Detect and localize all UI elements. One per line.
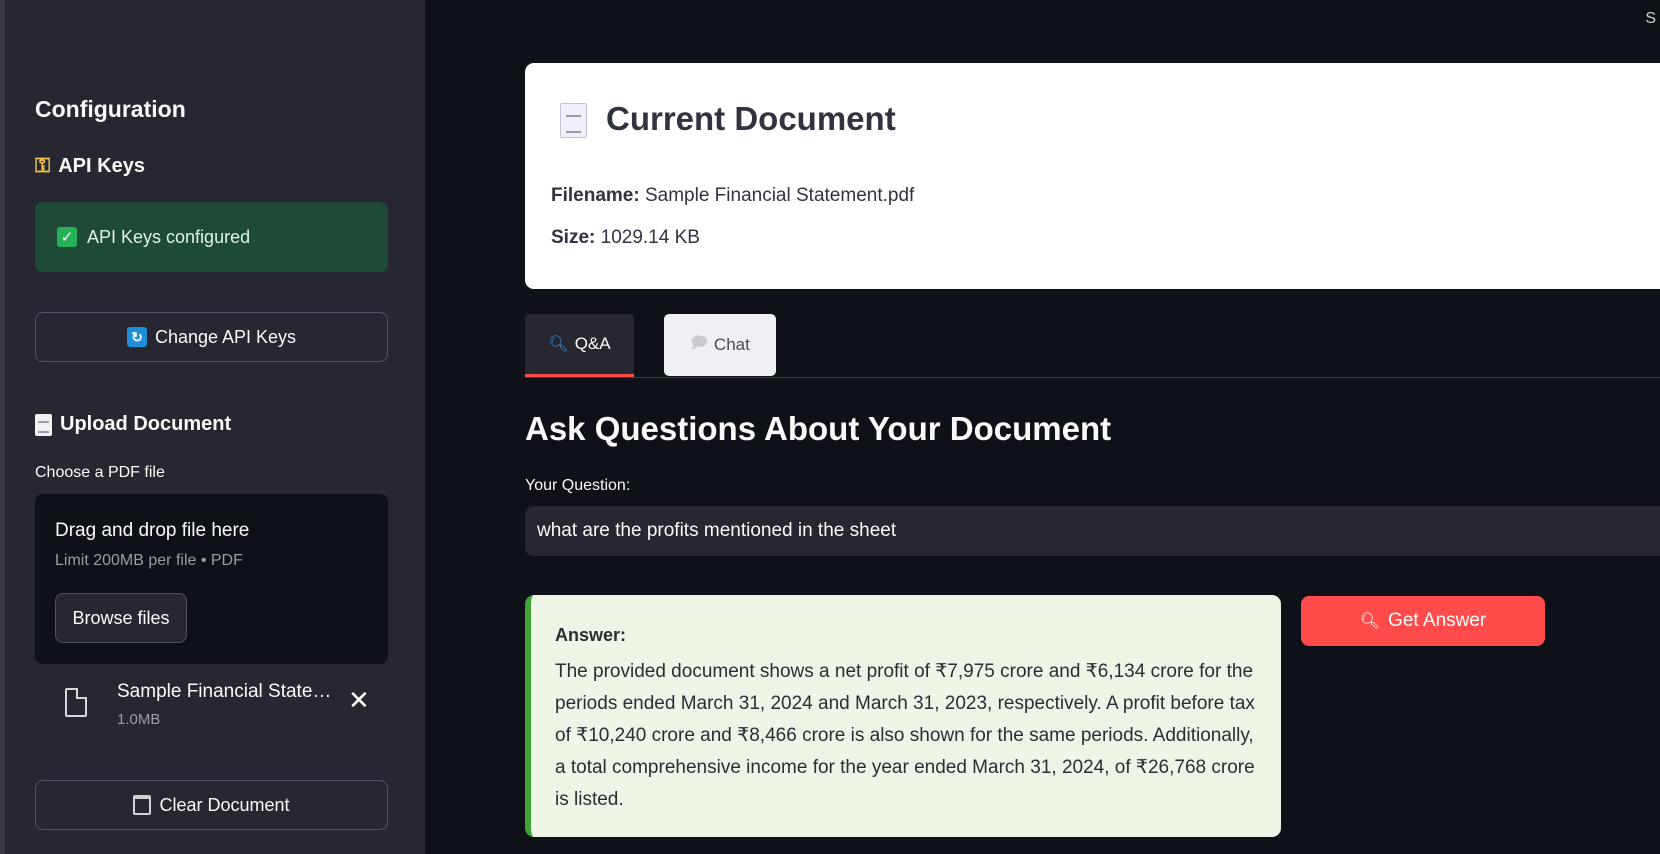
get-answer-button[interactable]: 🔍︎ Get Answer [1301, 596, 1545, 646]
document-icon [560, 103, 587, 138]
api-status-text: API Keys configured [87, 226, 251, 247]
configuration-heading: Configuration [35, 96, 186, 122]
speech-bubble-icon: 🗩︎ [690, 334, 708, 352]
answer-text: The provided document shows a net profit… [555, 661, 1255, 810]
file-icon [65, 688, 87, 717]
change-api-keys-label: Change API Keys [154, 326, 297, 347]
key-icon: ⚿ [35, 155, 51, 177]
current-document-card: Current Document Filename: Sample Financ… [525, 63, 1660, 289]
question-label: Your Question: [525, 477, 631, 494]
document-icon [35, 413, 52, 436]
change-api-keys-button[interactable]: ↻ Change API Keys [35, 312, 388, 362]
tab-qa-label: Q&A [574, 334, 611, 353]
clear-document-button[interactable]: Clear Document [35, 780, 388, 830]
filename-label: Filename: [551, 185, 640, 206]
answer-box: Answer: The provided document shows a ne… [525, 595, 1281, 837]
top-right-menu[interactable]: S [1645, 10, 1656, 28]
trash-icon [133, 795, 152, 815]
api-status-alert: ✓ API Keys configured [35, 202, 388, 272]
get-answer-label: Get Answer [1388, 610, 1487, 631]
main-content: S Current Document Filename: Sample Fina… [425, 0, 1660, 854]
magnifier-icon: 🔍︎ [1359, 613, 1381, 630]
file-dropzone[interactable]: Drag and drop file here Limit 200MB per … [35, 494, 388, 664]
question-input[interactable] [525, 506, 1660, 556]
upload-document-label: Upload Document [60, 413, 232, 435]
tab-chat[interactable]: 🗩︎ Chat [664, 314, 776, 376]
document-size: Size: 1029.14 KB [551, 227, 700, 249]
document-card-title: Current Document [606, 100, 896, 137]
magnifier-icon: 🔍︎ [548, 336, 569, 353]
uploaded-file-item: Sample Financial State… 1.0MB ✕ [35, 675, 388, 735]
dropzone-title: Drag and drop file here [55, 520, 250, 541]
check-icon: ✓ [57, 227, 77, 247]
size-value: 1029.14 KB [600, 227, 700, 248]
tab-divider [525, 377, 1660, 378]
api-keys-heading-label: API Keys [58, 155, 145, 177]
sidebar: Configuration ⚿ API Keys ✓ API Keys conf… [5, 0, 425, 854]
remove-file-icon[interactable]: ✕ [348, 685, 370, 716]
size-label: Size: [551, 227, 596, 248]
tab-chat-label: Chat [713, 335, 750, 354]
tab-qa[interactable]: 🔍︎ Q&A [525, 314, 634, 377]
refresh-icon: ↻ [126, 327, 147, 347]
uploaded-file-name: Sample Financial State… [117, 681, 332, 702]
filename-value: Sample Financial Statement.pdf [644, 185, 915, 206]
answer-label: Answer: [555, 625, 627, 645]
uploaded-file-size: 1.0MB [117, 711, 161, 728]
document-filename: Filename: Sample Financial Statement.pdf [551, 185, 914, 207]
qa-heading: Ask Questions About Your Document [525, 410, 1112, 447]
api-keys-heading: ⚿ API Keys [35, 155, 145, 178]
clear-document-label: Clear Document [159, 794, 290, 815]
dropzone-limit: Limit 200MB per file • PDF [55, 552, 243, 569]
file-uploader-label: Choose a PDF file [35, 464, 165, 481]
upload-document-heading: Upload Document [35, 413, 231, 436]
browse-files-button[interactable]: Browse files [55, 593, 187, 643]
